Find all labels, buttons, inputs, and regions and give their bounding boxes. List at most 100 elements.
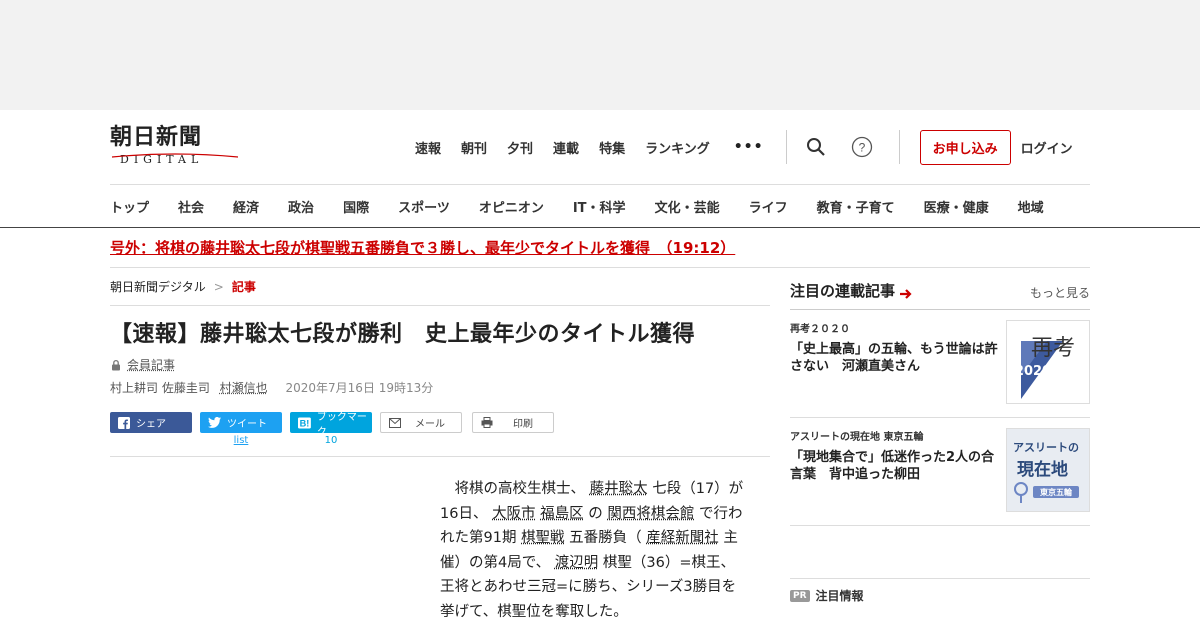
twitter-share-label: ツイート — [227, 419, 267, 430]
card-kicker: 再考２０２０ — [790, 324, 850, 335]
byline: 村上耕司 佐藤圭司 村瀬信也 2020年7月16日 19時13分 — [110, 379, 770, 396]
category-nav: トップ 社会 経済 政治 国際 スポーツ オピニオン IT・科学 文化・芸能 ラ… — [110, 184, 1090, 227]
mail-share-label: メール — [415, 419, 445, 430]
category-sports[interactable]: スポーツ — [398, 197, 450, 216]
category-top[interactable]: トップ — [110, 197, 149, 216]
sidebar-title[interactable]: 注目の連載記事 — [790, 280, 895, 301]
facebook-count — [110, 435, 192, 446]
facebook-icon — [118, 416, 130, 429]
search-icon[interactable] — [805, 136, 827, 158]
topnav-item-yuukan[interactable]: 夕刊 — [507, 138, 533, 157]
article-column: 朝日新聞デジタル > 記事 【速報】藤井聡太七段が勝利 史上最年少のタイトル獲得… — [110, 268, 770, 624]
sidebar-header: 注目の連載記事 もっと見る — [790, 270, 1090, 310]
category-international[interactable]: 国際 — [343, 197, 369, 216]
category-economy[interactable]: 経済 — [233, 197, 259, 216]
arrow-right-icon[interactable] — [899, 288, 913, 300]
mail-icon — [389, 417, 401, 428]
login-link[interactable]: ログイン — [1021, 138, 1073, 157]
athlete-genzaichi-thumbnail-icon: アスリートの 現在地 東京五輪 — [1007, 429, 1089, 511]
article-body: 将棋の高校生棋士、 藤井聡太 七段（17）が16日、 大阪市 福島区 の 関西将… — [440, 477, 745, 624]
member-article-label: 会員記事 — [110, 356, 770, 373]
svg-text:?: ? — [858, 141, 865, 155]
card-headline[interactable]: 「現地集合で」低迷作った2人の合言葉 背中追った柳田 — [790, 449, 1004, 483]
article-text: の — [583, 505, 608, 522]
article-keyword-link[interactable]: 藤井聡太 — [590, 481, 648, 497]
breadcrumb-separator: > — [213, 279, 224, 294]
article-divider — [110, 456, 770, 457]
article-title: 【速報】藤井聡太七段が勝利 史上最年少のタイトル獲得 — [110, 322, 696, 347]
topnav-item-rensai[interactable]: 連載 — [553, 138, 579, 157]
more-menu-icon[interactable]: ••• — [734, 139, 764, 155]
site-header: 朝日新聞 DIGITAL 速報 朝刊 夕刊 連載 特集 ランキング ••• ? … — [110, 110, 1090, 184]
breadcrumb-home[interactable]: 朝日新聞デジタル — [110, 278, 206, 295]
breaking-news-link[interactable]: 号外：将棋の藤井聡太七段が棋聖戦五番勝負で３勝し、最年少でタイトルを獲得 （19… — [110, 237, 735, 258]
ad-banner-area — [0, 0, 1200, 110]
logo-swoosh-icon — [111, 153, 239, 158]
site-logo[interactable]: 朝日新聞 DIGITAL — [110, 125, 240, 169]
hatena-bookmark-icon: B! — [298, 416, 311, 428]
category-politics[interactable]: 政治 — [288, 197, 314, 216]
article-text: 五番勝負（ — [564, 530, 647, 546]
sidebar-card[interactable]: アスリートの現在地 東京五輪 「現地集合で」低迷作った2人の合言葉 背中追った柳… — [790, 418, 1090, 526]
breaking-news-bar: 号外：将棋の藤井聡太七段が棋聖戦五番勝負で３勝し、最年少でタイトルを獲得 （19… — [110, 228, 1090, 268]
topnav-item-tokushu[interactable]: 特集 — [599, 138, 625, 157]
apply-button[interactable]: お申し込み — [919, 129, 1011, 165]
article-keyword-link[interactable]: 福島区 — [540, 506, 584, 522]
logo-kanji: 朝日新聞 — [110, 124, 203, 150]
top-nav: 速報 朝刊 夕刊 連載 特集 ランキング — [415, 138, 730, 157]
card-thumbnail[interactable]: 再考 2020 — [1006, 320, 1090, 404]
card-headline[interactable]: 「史上最高」の五輪、もう世論は許さない 河瀬直美さん — [790, 341, 1004, 375]
thumb-text-saikou: 再考 — [1031, 336, 1075, 361]
category-region[interactable]: 地域 — [1018, 197, 1044, 216]
breadcrumb-current: 記事 — [231, 280, 256, 294]
author-link[interactable]: 村瀬信也 — [220, 381, 268, 395]
article-keyword-link[interactable]: 棋聖戦 — [521, 530, 565, 546]
pr-label: 注目情報 — [815, 589, 864, 603]
category-it-science[interactable]: IT・科学 — [573, 197, 626, 216]
sidebar-card[interactable]: 再考２０２０ 「史上最高」の五輪、もう世論は許さない 河瀬直美さん 再考 202… — [790, 310, 1090, 418]
twitter-share-button[interactable]: ツイート — [200, 412, 282, 433]
article-text: 将棋の高校生棋士、 — [440, 481, 590, 497]
twitter-count[interactable]: list — [200, 435, 282, 446]
sidebar-more-link[interactable]: もっと見る — [1030, 284, 1090, 301]
thumb-text-tokyo: 東京五輪 — [1040, 487, 1073, 497]
topnav-item-ranking[interactable]: ランキング — [645, 138, 710, 157]
pr-section-header: PR 注目情報 — [790, 578, 1090, 604]
card-thumbnail[interactable]: アスリートの 現在地 東京五輪 — [1006, 428, 1090, 512]
article-keyword-link[interactable]: 関西将棋会館 — [607, 506, 694, 522]
thumb-text-2020: 2020 — [1015, 364, 1051, 379]
topnav-item-choukan[interactable]: 朝刊 — [461, 138, 487, 157]
twitter-icon — [208, 417, 221, 428]
print-label: 印刷 — [513, 419, 533, 430]
mail-share-button[interactable]: メール — [380, 412, 462, 433]
article-keyword-link[interactable]: 渡辺明 — [555, 555, 599, 571]
article-keyword-link[interactable]: 大阪市 — [492, 506, 536, 522]
hatena-bookmark-button[interactable]: B! ブックマーク — [290, 412, 372, 438]
sidebar: 注目の連載記事 もっと見る 再考２０２０ 「史上最高」の五輪、もう世論は許さない… — [790, 268, 1090, 624]
thumb-text-athlete: アスリートの — [1013, 441, 1079, 454]
print-icon — [481, 417, 493, 428]
breadcrumb: 朝日新聞デジタル > 記事 — [110, 268, 770, 306]
category-education[interactable]: 教育・子育て — [817, 197, 895, 216]
topnav-item-sokuho[interactable]: 速報 — [415, 138, 441, 157]
svg-text:B!: B! — [300, 418, 310, 428]
category-society[interactable]: 社会 — [178, 197, 204, 216]
share-buttons: シェア ツイート B! ブックマーク メール 印刷 — [110, 412, 770, 438]
category-health[interactable]: 医療・健康 — [924, 197, 989, 216]
article-keyword-link[interactable]: 産経新聞社 — [646, 530, 719, 546]
share-counts: list 10 — [110, 435, 770, 446]
category-opinion[interactable]: オピニオン — [479, 197, 544, 216]
saikou-2020-thumbnail-icon: 再考 2020 — [1007, 321, 1089, 403]
header-divider — [785, 130, 787, 164]
facebook-share-label: シェア — [136, 419, 166, 430]
help-icon[interactable]: ? — [851, 136, 873, 158]
category-life[interactable]: ライフ — [749, 197, 788, 216]
author-names: 村上耕司 佐藤圭司 — [110, 381, 210, 395]
member-article-text[interactable]: 会員記事 — [127, 356, 175, 373]
print-button[interactable]: 印刷 — [472, 412, 554, 433]
facebook-share-button[interactable]: シェア — [110, 412, 192, 433]
hatena-count[interactable]: 10 — [290, 435, 372, 446]
category-culture[interactable]: 文化・芸能 — [655, 197, 720, 216]
thumb-text-genzaichi: 現在地 — [1017, 459, 1068, 480]
lock-icon — [112, 359, 120, 370]
